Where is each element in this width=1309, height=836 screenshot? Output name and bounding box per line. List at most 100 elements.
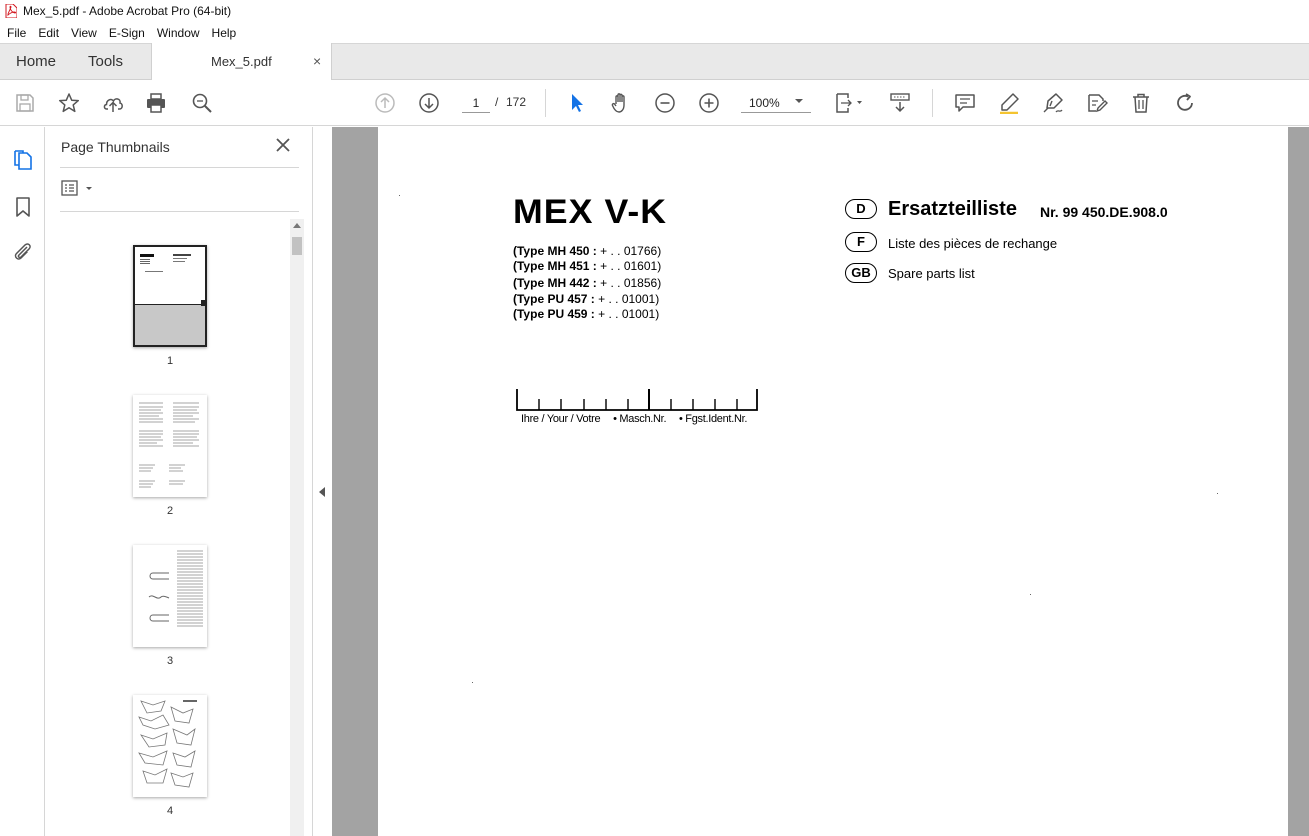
type-line: (Type PU 457 : + . . 01001) [513,292,659,306]
toolbar-divider [545,89,546,117]
zoom-dropdown-icon[interactable] [794,96,804,106]
tab-document[interactable]: Mex_5.pdf × [151,43,332,81]
panel-divider [60,211,299,212]
edit-text-icon[interactable] [1085,91,1109,115]
menu-esign[interactable]: E-Sign [103,26,151,40]
title-bar: Mex_5.pdf - Adobe Acrobat Pro (64-bit) [0,0,1309,22]
scan-speck [399,195,400,196]
language-text-d: Ersatzteilliste [888,198,1017,220]
type-value: + . . 01001) [598,292,660,306]
serial-number-ruler [516,389,758,411]
next-page-icon[interactable] [417,91,441,115]
scan-speck [1030,594,1031,595]
document-number: Nr. 99 450.DE.908.0 [1040,204,1168,220]
left-rail [0,127,45,836]
menu-view[interactable]: View [65,26,103,40]
thumbnail-label-3: 3 [166,655,174,667]
menu-help[interactable]: Help [206,26,243,40]
ruler-label-owner: Ihre / Your / Votre [521,413,601,425]
type-line: (Type MH 442 : + . . 01856) [513,276,661,290]
collapse-panel-icon[interactable] [319,487,325,497]
thumbnail-label-1: 1 [166,355,174,367]
attachments-icon[interactable] [11,240,35,264]
upload-cloud-icon[interactable] [101,91,125,115]
thumbnail-page-4[interactable] [133,695,207,797]
zoom-out-icon[interactable] [653,91,677,115]
tab-tools[interactable]: Tools [88,53,123,70]
close-panel-icon[interactable] [275,137,291,153]
thumbnail-page-4-preview [138,700,197,788]
scroll-mode-icon[interactable] [888,91,912,115]
thumbnail-label-4: 4 [166,805,174,817]
type-value: + . . 01856) [600,276,662,290]
thumbnail-page-3-preview [148,550,203,627]
save-icon[interactable] [13,91,37,115]
type-value: + . . 01001) [598,307,660,321]
rotate-icon[interactable] [1173,91,1197,115]
scan-speck [1217,493,1218,494]
language-text-gb: Spare parts list [888,266,975,281]
scroll-up-icon[interactable] [293,222,301,228]
document-title: MEX V-K [513,193,668,231]
draw-pen-icon[interactable] [1041,91,1065,115]
thumbnail-page-2-preview [139,402,199,488]
zoom-in-icon[interactable] [697,91,721,115]
type-label: (Type PU 457 : [513,292,595,306]
type-line: (Type MH 451 : + . . 01601) [513,259,661,273]
bookmarks-icon[interactable] [11,195,35,219]
fit-page-icon[interactable] [834,91,864,115]
hand-tool-icon[interactable] [609,91,633,115]
toolbar: 1 / 172 100% [0,80,1309,126]
print-icon[interactable] [144,91,168,115]
menu-file[interactable]: File [0,26,32,40]
highlight-icon[interactable] [997,91,1021,115]
panel-collapse-strip[interactable] [313,127,332,836]
find-icon[interactable] [190,91,214,115]
scrollbar-thumb[interactable] [292,237,302,255]
thumbnail-page-3[interactable] [133,545,207,647]
type-value: + . . 01766) [600,244,662,258]
select-cursor-icon[interactable] [565,91,589,115]
thumbnail-scrollbar[interactable] [290,219,304,836]
tab-home[interactable]: Home [16,53,56,70]
ruler-label-chassis: • Fgst.Ident.Nr. [678,413,748,425]
document-view[interactable]: MEX V-K (Type MH 450 : + . . 01766) (Typ… [332,127,1309,836]
delete-trash-icon[interactable] [1129,91,1153,115]
menu-bar: File Edit View E-Sign Window Help [0,22,1309,43]
scan-speck [472,682,473,683]
page-separator: / [495,95,499,109]
language-badge-f: F [845,232,877,252]
page-thumbnails-panel: Page Thumbnails 1 2 3 4 [45,127,313,836]
thumbnail-page-2[interactable] [133,395,207,497]
type-label: (Type MH 442 : [513,276,597,290]
tab-document-label: Mex_5.pdf [211,54,272,69]
toolbar-divider [932,89,933,117]
page-total: 172 [506,95,527,109]
tab-bar: Home Tools Mex_5.pdf × [0,43,1309,81]
pdf-page: MEX V-K (Type MH 450 : + . . 01766) (Typ… [378,127,1288,836]
comment-icon[interactable] [953,91,977,115]
pdf-app-icon [5,4,17,18]
language-badge-gb: GB [845,263,877,283]
thumbnail-options-icon[interactable] [61,179,97,199]
star-icon[interactable] [57,91,81,115]
tab-close-icon[interactable]: × [313,53,321,69]
ruler-label-machine: • Masch.Nr. [613,413,667,425]
previous-page-icon[interactable] [373,91,397,115]
type-line: (Type PU 459 : + . . 01001) [513,307,659,321]
language-badge-d: D [845,199,877,219]
thumbnail-label-2: 2 [166,505,174,517]
page-thumbnails-icon[interactable] [11,148,35,172]
type-value: + . . 01601) [600,259,662,273]
ruler-labels: Ihre / Your / Votre • Masch.Nr. • Fgst.I… [521,413,757,425]
thumbnail-page-1-preview [135,247,205,305]
panel-title: Page Thumbnails [61,139,170,155]
thumbnail-resize-handle[interactable] [201,300,205,306]
menu-edit[interactable]: Edit [32,26,65,40]
thumbnail-page-1[interactable] [133,245,207,347]
type-label: (Type MH 450 : [513,244,597,258]
page-number-input[interactable]: 1 [462,93,490,113]
type-label: (Type MH 451 : [513,259,597,273]
window-title: Mex_5.pdf - Adobe Acrobat Pro (64-bit) [23,4,232,18]
menu-window[interactable]: Window [151,26,206,40]
